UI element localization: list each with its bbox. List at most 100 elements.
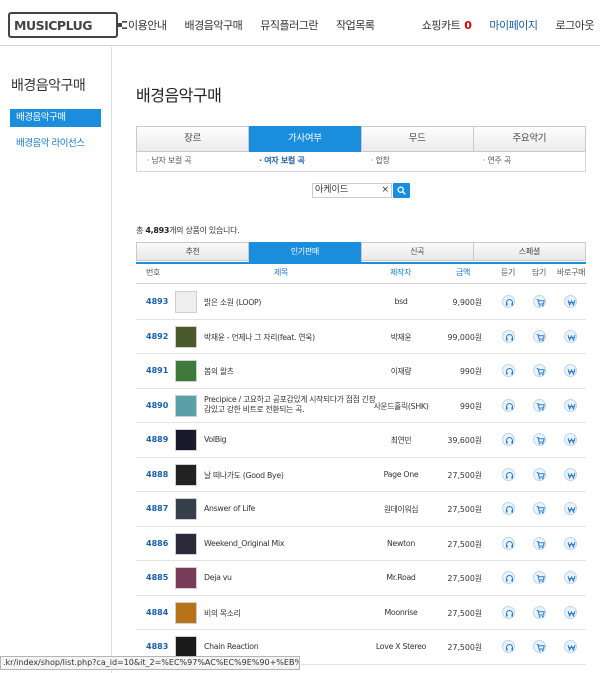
buy-now-button[interactable] — [564, 536, 577, 550]
listen-button[interactable] — [502, 605, 515, 619]
track-title[interactable]: 비의 목소리 — [204, 608, 372, 619]
tab-mood[interactable]: 무드 — [362, 127, 474, 151]
logout-link[interactable]: 로그아웃 — [556, 17, 595, 33]
buy-now-button[interactable] — [564, 502, 577, 515]
listen-button[interactable] — [502, 433, 515, 446]
row-number: 4892 — [146, 331, 169, 341]
add-to-cart-button[interactable] — [533, 364, 546, 377]
row-number: 4889 — [146, 435, 169, 444]
add-to-cart-button[interactable] — [533, 467, 546, 481]
won-icon — [567, 506, 576, 514]
buy-now-button[interactable] — [564, 329, 577, 343]
album-thumbnail[interactable] — [175, 498, 197, 520]
option-instrumental[interactable]: 연주 곡 — [473, 152, 585, 171]
add-to-cart-button[interactable] — [533, 329, 546, 343]
add-to-cart-button[interactable] — [533, 295, 546, 308]
won-icon — [567, 644, 576, 652]
add-to-cart-button[interactable] — [533, 640, 546, 653]
tab-new[interactable]: 신곡 — [362, 243, 474, 260]
add-to-cart-button[interactable] — [533, 433, 546, 446]
mypage-link[interactable]: 마이페이지 — [489, 17, 538, 33]
tab-special[interactable]: 스페셜 — [474, 243, 585, 260]
listen-button[interactable] — [502, 571, 515, 584]
cart-icon — [536, 506, 545, 514]
track-title[interactable]: Weekend_Original Mix — [204, 539, 372, 548]
track-price: 27,500원 — [447, 608, 482, 618]
search-button[interactable] — [393, 183, 410, 198]
option-female-vocal[interactable]: 여자 보컬 곡 — [249, 152, 361, 171]
album-thumbnail[interactable] — [175, 394, 197, 417]
sidebar: 배경음악구매 배경음악구매 배경음악 라이선스 — [0, 47, 112, 673]
buy-now-button[interactable] — [564, 433, 577, 446]
add-to-cart-button[interactable] — [533, 571, 546, 584]
option-male-vocal[interactable]: 남자 보컬 곡 — [137, 152, 249, 171]
cart-icon — [536, 644, 545, 652]
search-input[interactable]: 아케이드 × — [312, 183, 392, 198]
sidebar-item-bgm-purchase[interactable]: 배경음악구매 — [10, 109, 101, 127]
listen-button[interactable] — [502, 295, 515, 308]
nav-work-list[interactable]: 작업목록 — [336, 17, 375, 33]
track-producer: 원데이워십 — [383, 505, 419, 514]
add-to-cart-button[interactable] — [533, 502, 546, 515]
tab-recommended[interactable]: 추천 — [137, 243, 250, 260]
nav-about[interactable]: 뮤직플러그란 — [260, 17, 318, 33]
buy-now-button[interactable] — [564, 640, 577, 653]
buy-now-button[interactable] — [564, 398, 577, 412]
headphones-icon — [506, 402, 513, 410]
musicplug-logo[interactable]: MUSICPLUG — [8, 12, 127, 38]
col-cart: 담기 — [532, 268, 547, 277]
tab-popular[interactable]: 인기판매 — [249, 242, 362, 262]
sidebar-item-bgm-license[interactable]: 배경음악 라이선스 — [16, 135, 85, 149]
album-thumbnail[interactable] — [175, 636, 197, 658]
album-thumbnail[interactable] — [175, 325, 197, 348]
buy-now-button[interactable] — [564, 295, 577, 308]
album-thumbnail[interactable] — [175, 601, 197, 624]
track-title[interactable]: Chain Reaction — [204, 642, 372, 651]
track-title[interactable]: Precipice / 고요하고 공포감있게 시작되다가 점점 긴장감있고 강한… — [204, 395, 380, 415]
headphones-icon — [506, 299, 513, 306]
filter-tabs: 장르 가사여부 무드 주요악기 — [136, 126, 586, 152]
track-title[interactable]: 밝은 소원 (LOOP) — [204, 297, 372, 308]
won-icon — [567, 472, 576, 479]
headphones-icon — [506, 575, 513, 582]
album-thumbnail[interactable] — [175, 429, 197, 451]
add-to-cart-button[interactable] — [533, 536, 546, 550]
page-title: 배경음악구매 — [136, 86, 222, 105]
shopping-cart-link[interactable]: 쇼핑카트 0 — [422, 17, 472, 33]
buy-now-button[interactable] — [564, 571, 577, 584]
tab-genre[interactable]: 장르 — [137, 127, 250, 151]
add-to-cart-button[interactable] — [533, 398, 546, 412]
nav-guide[interactable]: 이용안내 — [128, 17, 167, 33]
listen-button[interactable] — [502, 502, 515, 515]
nav-bgm-purchase[interactable]: 배경음악구매 — [184, 17, 242, 33]
listen-button[interactable] — [502, 398, 515, 412]
add-to-cart-button[interactable] — [533, 605, 546, 619]
listen-button[interactable] — [502, 640, 515, 653]
tab-instrument[interactable]: 주요악기 — [474, 127, 585, 151]
track-title[interactable]: 박재윤 - 언제나 그 자리(feat. 연욱) — [204, 332, 372, 343]
option-choir[interactable]: 합창 — [361, 152, 473, 171]
tab-lyrics[interactable]: 가사여부 — [249, 126, 362, 152]
top-bar: MUSICPLUG 이용안내 배경음악구매 뮤직플러그란 작업목록 쇼핑카트 0 … — [0, 0, 600, 46]
track-title[interactable]: Deja vu — [204, 573, 372, 582]
album-thumbnail[interactable] — [175, 360, 197, 382]
album-thumbnail[interactable] — [175, 463, 197, 486]
listen-button[interactable] — [502, 536, 515, 550]
album-thumbnail[interactable] — [175, 567, 197, 589]
track-title[interactable]: 날 떠나가도 (Good Bye) — [204, 470, 372, 481]
buy-now-button[interactable] — [564, 467, 577, 481]
track-title[interactable]: VolBig — [204, 435, 372, 444]
track-producer: 박재윤 — [390, 332, 412, 342]
album-thumbnail[interactable] — [175, 532, 197, 555]
buy-now-button[interactable] — [564, 605, 577, 619]
clear-icon[interactable]: × — [381, 184, 389, 197]
album-thumbnail[interactable] — [175, 291, 197, 313]
track-title[interactable]: Answer of Life — [204, 504, 372, 513]
track-title[interactable]: 봄의 왈츠 — [204, 366, 372, 377]
listen-button[interactable] — [502, 364, 515, 377]
listen-button[interactable] — [502, 329, 515, 343]
total-count-text: 총 4,893개의 상품이 있습니다. — [136, 225, 240, 236]
listen-button[interactable] — [502, 467, 515, 481]
track-price: 27,500원 — [447, 505, 482, 514]
buy-now-button[interactable] — [564, 364, 577, 377]
